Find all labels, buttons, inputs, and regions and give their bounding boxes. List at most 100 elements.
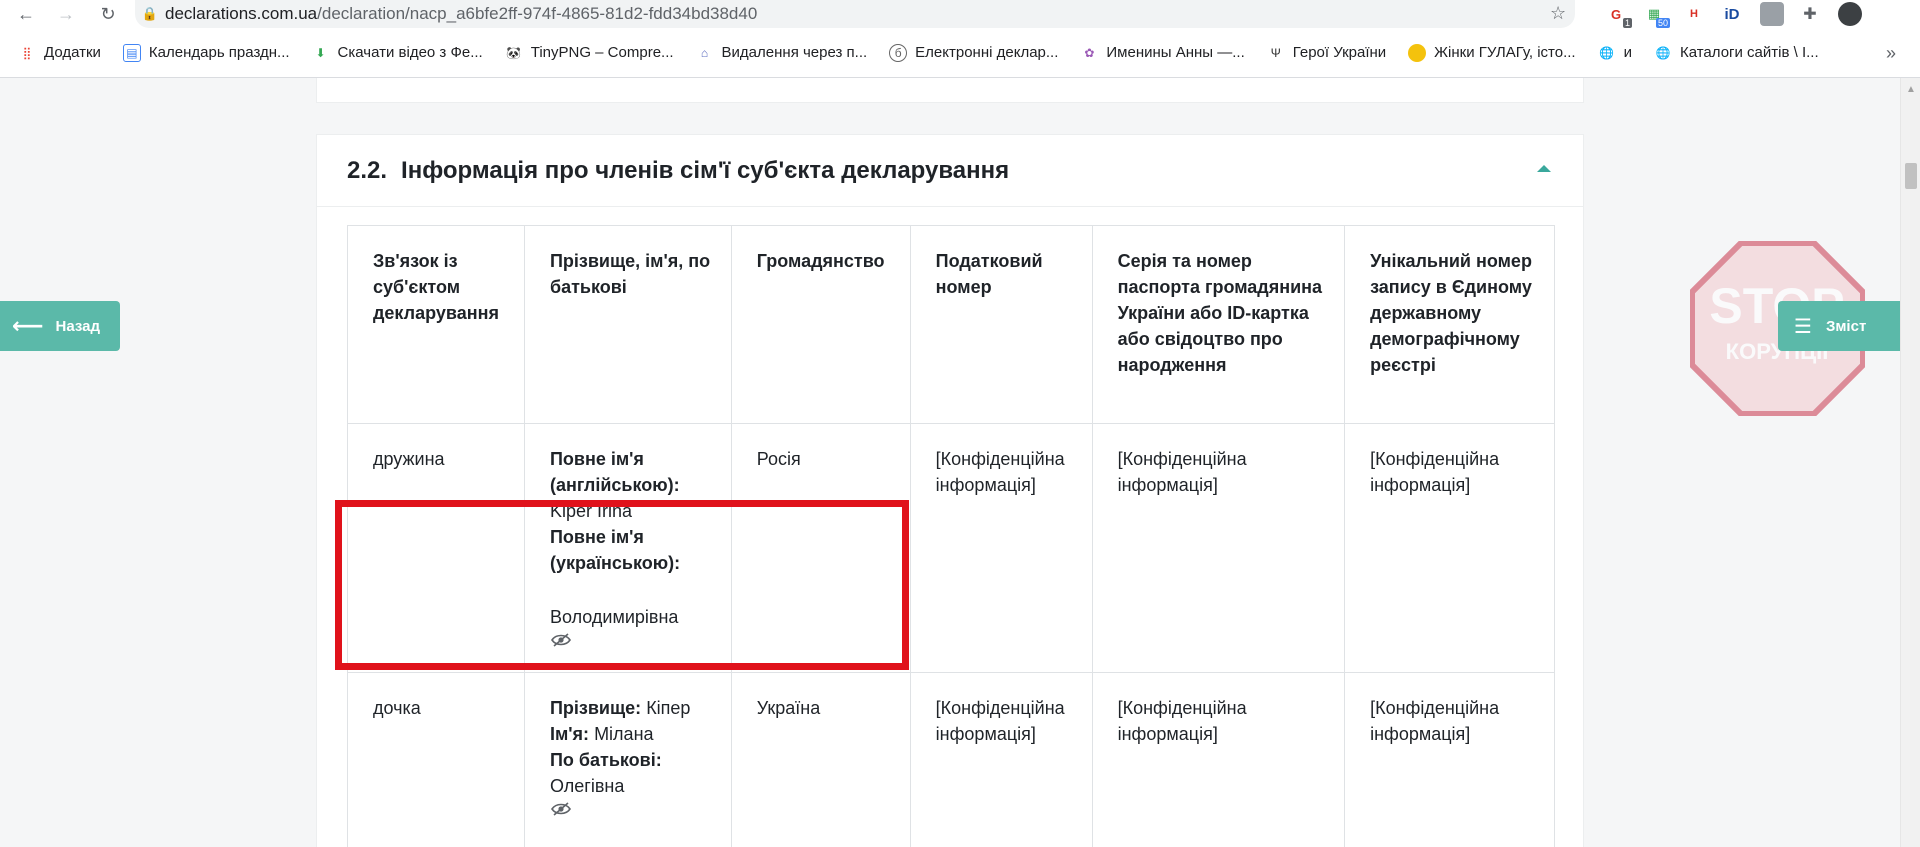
- name-cell: Повне ім'я (англійською): Kiper Irina По…: [523, 423, 732, 673]
- bookmark-item[interactable]: Жінки ГУЛАГу, істо...: [1408, 43, 1576, 62]
- apps-grid-icon: ⣿: [22, 45, 32, 60]
- extension-badge: 1: [1622, 18, 1632, 28]
- bookmark-item[interactable]: ⌂ Видалення через п...: [696, 44, 868, 62]
- puzzle-extension-icon[interactable]: ✚: [1798, 2, 1822, 26]
- previous-section-card: [316, 78, 1584, 103]
- column-header: Громадянство: [730, 225, 911, 424]
- bookmarks-bar: ⣿ Додатки ▤ Календарь праздн... ⬇ Скачати в…: [0, 28, 1920, 78]
- trident-icon: Ψ: [1270, 45, 1281, 60]
- field-value: Кіпер: [646, 698, 691, 718]
- bookmark-label: TinyPNG – Compre...: [530, 44, 674, 61]
- table-row: дружина Повне ім'я (англійською): Kiper …: [347, 423, 1555, 673]
- bookmark-item[interactable]: ⣿ Додатки: [18, 44, 101, 62]
- back-arrow-icon[interactable]: ←: [12, 0, 40, 28]
- left-arrow-icon: ⟵: [12, 313, 44, 338]
- bookmark-star-icon[interactable]: ☆: [1550, 3, 1566, 24]
- bookmark-label: Додатки: [44, 44, 101, 61]
- flower-icon: ✿: [1084, 45, 1095, 60]
- citizenship-cell: Україна: [730, 672, 911, 847]
- column-header: Серія та номер паспорта громадянина Укра…: [1091, 225, 1346, 424]
- passport-cell: [Конфіденційна інформація]: [1091, 672, 1346, 847]
- field-label: Повне ім'я (українською):: [549, 527, 681, 573]
- grammar-extension-icon[interactable]: G1: [1604, 2, 1632, 28]
- bookmark-label: Жінки ГУЛАГу, істо...: [1434, 44, 1576, 61]
- page-scrollbar[interactable]: ▲: [1900, 78, 1920, 847]
- bookmark-label: Герої України: [1292, 44, 1387, 61]
- scrollbar-thumb[interactable]: [1905, 163, 1917, 189]
- house-icon: ⌂: [700, 45, 709, 60]
- extension-label: iD: [1724, 5, 1740, 23]
- bookmark-item[interactable]: 🐼 TinyPNG – Compre...: [505, 44, 674, 62]
- declaration-icon: б: [889, 43, 908, 62]
- picture-extension-icon[interactable]: [1760, 2, 1784, 26]
- family-members-table: Зв'язок із суб'єктом декларування Прізви…: [347, 225, 1555, 847]
- field-value-obscured: [550, 582, 554, 599]
- tax-id-cell: [Конфіденційна інформація]: [909, 423, 1093, 673]
- bookmark-label: Именины Анны —...: [1106, 44, 1245, 61]
- name-cell: Прізвище: Кіпер Ім'я: Мілана По батькові…: [523, 672, 732, 847]
- download-arrow-icon: ⬇: [315, 45, 326, 60]
- bookmark-label: Каталоги сайтів \ І...: [1679, 44, 1819, 61]
- bookmark-label: и: [1623, 44, 1632, 61]
- passport-cell: [Конфіденційна інформація]: [1091, 423, 1346, 673]
- url-text[interactable]: declarations.com.ua/declaration/nacp_a6b…: [165, 4, 757, 24]
- section-card: 2.2. Інформація про членів сім'ї суб'єкт…: [316, 134, 1584, 847]
- id-extension-icon[interactable]: iD: [1720, 2, 1744, 26]
- column-header: Унікальний номер запису в Єдиному держав…: [1344, 225, 1555, 424]
- extension-label: H: [1690, 8, 1698, 20]
- globe-icon: 🌐: [1655, 45, 1671, 60]
- lock-icon: 🔒: [141, 6, 159, 21]
- calendar-icon: ▤: [122, 43, 141, 62]
- field-label: Прізвище:: [549, 698, 642, 718]
- circle-icon: [1408, 43, 1427, 62]
- url-path: /declaration/nacp_a6bfe2ff-974f-4865-81d…: [317, 4, 758, 23]
- scroll-up-arrow-icon[interactable]: ▲: [1906, 84, 1916, 95]
- bookmark-item[interactable]: 🌐 Каталоги сайтів \ І...: [1654, 44, 1819, 62]
- back-button-label: Назад: [55, 317, 101, 335]
- column-header: Прізвище, ім'я, по батькові: [523, 225, 732, 424]
- section-title: Інформація про членів сім'ї суб'єкта дек…: [401, 156, 1010, 184]
- profile-avatar[interactable]: [1838, 2, 1862, 26]
- field-label: По батькові:: [549, 750, 662, 770]
- bookmark-item[interactable]: ✿ Именины Анны —...: [1080, 44, 1244, 62]
- collapse-caret-icon[interactable]: [1537, 165, 1551, 172]
- field-value: Kiper Irina: [549, 501, 632, 521]
- globe-icon: 🌐: [1599, 45, 1615, 60]
- bookmark-item[interactable]: Ψ Герої України: [1267, 44, 1386, 62]
- list-icon: ☰: [1794, 315, 1812, 338]
- bookmark-label: Видалення через п...: [721, 44, 868, 61]
- table-of-contents-button[interactable]: ☰ Зміст: [1778, 301, 1900, 351]
- section-header[interactable]: 2.2. Інформація про членів сім'ї суб'єкт…: [317, 135, 1583, 207]
- bookmark-item[interactable]: ⬇ Скачати відео з Фе...: [312, 44, 483, 62]
- overflow-chevron: »: [1885, 42, 1896, 63]
- hidden-eye-icon[interactable]: [550, 632, 572, 648]
- relation-cell: дружина: [347, 423, 525, 673]
- field-label: Ім'я:: [549, 724, 590, 744]
- tax-id-cell: [Конфіденційна інформація]: [909, 672, 1093, 847]
- field-value: Мілана: [594, 724, 654, 744]
- field-value: Олегівна: [549, 776, 625, 796]
- back-button[interactable]: ⟵ Назад: [0, 301, 120, 351]
- relation-cell: дочка: [347, 672, 525, 847]
- forward-arrow-icon[interactable]: →: [52, 0, 80, 28]
- bookmark-item[interactable]: ▤ Календарь праздн...: [122, 43, 290, 62]
- address-bar[interactable]: 🔒 declarations.com.ua/declaration/nacp_a…: [135, 0, 1575, 28]
- table-header-row: Зв'язок із суб'єктом декларування Прізви…: [347, 225, 1555, 424]
- section-number: 2.2.: [347, 156, 388, 184]
- bookmark-item[interactable]: б Електронні деклар...: [889, 43, 1059, 62]
- url-host: declarations.com.ua: [165, 4, 318, 23]
- field-label: Повне ім'я (англійською):: [549, 449, 680, 495]
- toc-button-label: Зміст: [1825, 317, 1867, 335]
- page-content: 2.2. Інформація про членів сім'ї суб'єкт…: [0, 78, 1900, 847]
- panda-icon: 🐼: [506, 45, 522, 60]
- bookmark-item[interactable]: 🌐 и: [1598, 44, 1632, 62]
- reload-icon[interactable]: ↻: [94, 0, 122, 28]
- speed-extension-icon[interactable]: ▦ 50: [1642, 2, 1670, 28]
- bookmarks-overflow-button[interactable]: »: [1886, 28, 1896, 78]
- bookmark-label: Скачати відео з Фе...: [337, 44, 483, 61]
- registry-id-cell: [Конфіденційна інформація]: [1344, 423, 1555, 673]
- hidden-eye-icon[interactable]: [550, 801, 572, 817]
- tag-extension-icon[interactable]: H: [1682, 2, 1706, 26]
- column-header: Податковий номер: [909, 225, 1093, 424]
- bookmark-label: Електронні деклар...: [915, 44, 1059, 61]
